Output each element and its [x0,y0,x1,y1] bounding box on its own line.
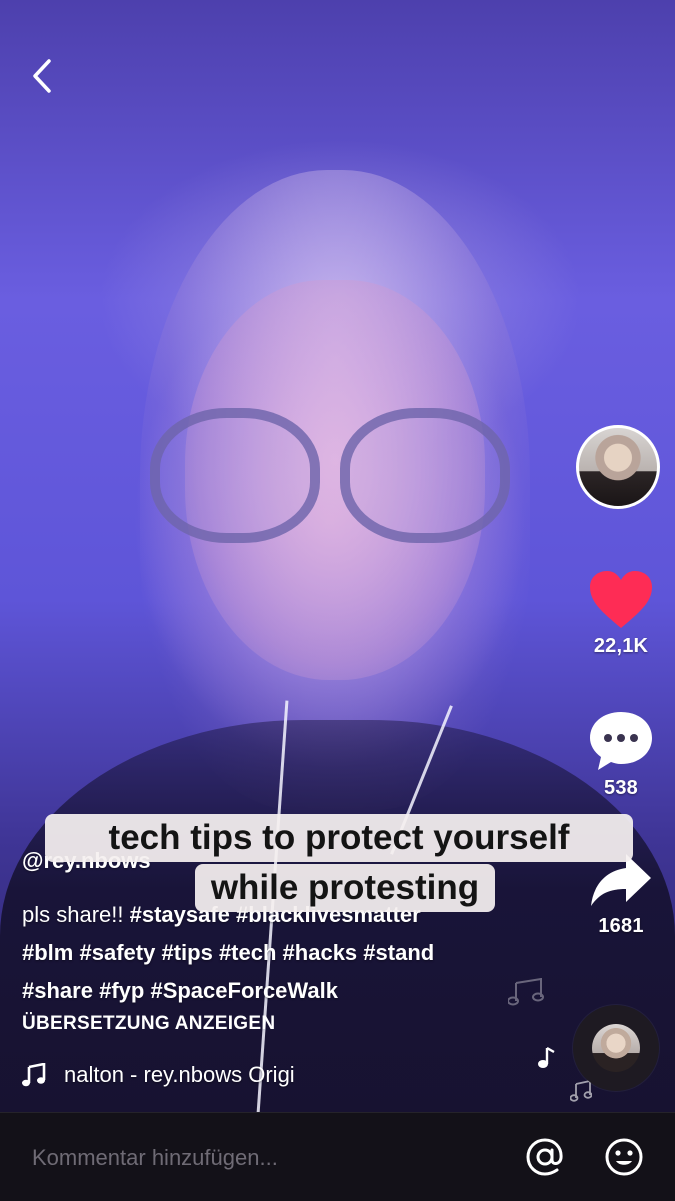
at-icon [526,1138,563,1176]
description-text: pls share!! [22,902,130,927]
hashtag[interactable]: #fyp [99,978,144,1003]
chevron-left-icon [33,59,51,93]
comment-button[interactable]: 538 [576,710,666,800]
hashtag[interactable]: #blacklivesmatter [236,902,421,927]
music-disc[interactable] [573,1005,659,1091]
hashtag[interactable]: #safety [79,940,155,965]
comment-bubble-icon [590,712,652,770]
mention-button[interactable] [523,1135,567,1179]
share-button[interactable]: 1681 [576,850,666,938]
hashtag[interactable]: #staysafe [130,902,230,927]
music-info[interactable]: nalton - rey.nbows Origi [22,1058,382,1092]
floating-note-icon [538,1046,555,1068]
hashtag[interactable]: #share [22,978,93,1003]
comment-input[interactable] [30,1141,454,1175]
description-line-3: #share #fyp #SpaceForceWalk [22,972,542,1010]
hashtag[interactable]: #SpaceForceWalk [150,978,338,1003]
show-translation-button[interactable]: ÜBERSETZUNG ANZEIGEN [22,1013,275,1035]
emoji-button[interactable] [602,1135,646,1179]
hashtag[interactable]: #blm [22,940,73,965]
hashtag[interactable]: #tips [161,940,212,965]
like-button[interactable]: 22,1K [576,570,666,658]
description-line-1: pls share!! #staysafe #blacklivesmatter [22,896,542,934]
back-button[interactable] [22,54,62,98]
floating-note-icon [570,1080,592,1102]
share-arrow-icon [591,854,651,906]
hashtag[interactable]: #stand [363,940,434,965]
floating-note-icon [508,978,544,1006]
music-title: nalton - rey.nbows Origi [64,1062,295,1087]
creator-avatar[interactable] [576,425,660,509]
like-count: 22,1K [593,635,649,657]
comment-count: 538 [604,777,638,799]
music-note-icon [22,1063,46,1087]
creator-username[interactable]: @rey.nbows [22,848,151,874]
post-description: pls share!! #staysafe #blacklivesmatter … [22,896,542,1010]
comment-bar [0,1112,675,1201]
hashtag[interactable]: #hacks [283,940,358,965]
heart-icon [590,571,652,628]
description-line-2: #blm #safety #tips #tech #hacks #stand [22,934,542,972]
share-count: 1681 [598,915,644,937]
emoji-icon [605,1138,643,1176]
video-subject-glasses [150,408,510,543]
music-disc-cover [592,1024,640,1072]
hashtag[interactable]: #tech [219,940,276,965]
